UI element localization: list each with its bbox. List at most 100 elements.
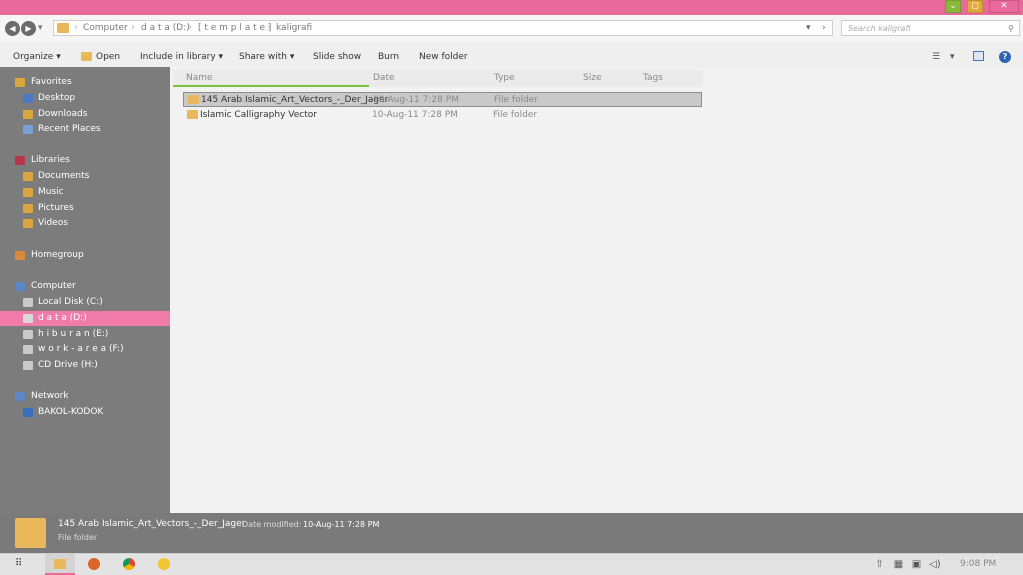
open-folder-icon xyxy=(81,52,92,61)
chevron-right-icon: › xyxy=(74,22,78,33)
sidebar-item-hiburan-e[interactable]: h i b u r a n (E:) xyxy=(0,327,170,342)
start-button[interactable]: ⠿ xyxy=(15,558,22,569)
help-icon[interactable]: ? xyxy=(999,51,1011,63)
sidebar-label: w o r k - a r e a (F:) xyxy=(38,344,124,354)
table-row[interactable]: Islamic Calligraphy Vector 10-Aug-11 7:2… xyxy=(183,108,702,122)
pictures-folder-icon xyxy=(23,204,33,213)
search-icon[interactable]: ⚲ xyxy=(1008,22,1014,35)
sidebar-label: Homegroup xyxy=(31,250,84,260)
close-button[interactable]: ✕ xyxy=(989,0,1019,13)
messenger-smiley-icon[interactable] xyxy=(158,558,170,570)
crumb-kaligrafi[interactable]: kaligrafi xyxy=(276,22,312,35)
sidebar-item-music[interactable]: Music xyxy=(0,185,170,200)
crumb-data-d[interactable]: d a t a (D:) xyxy=(141,22,190,35)
file-date: 10-Aug-11 7:28 PM xyxy=(372,110,458,120)
search-placeholder: Search kaligrafi xyxy=(848,24,911,33)
network-tray-icon[interactable]: ▦ xyxy=(893,559,904,570)
music-folder-icon xyxy=(23,188,33,197)
documents-folder-icon xyxy=(23,172,33,181)
column-date[interactable]: Date xyxy=(373,72,395,84)
sidebar-item-desktop[interactable]: Desktop xyxy=(0,91,170,106)
column-type[interactable]: Type xyxy=(494,72,515,84)
file-type: File folder xyxy=(493,110,538,120)
address-bar[interactable]: › Computer › d a t a (D:) › [ t e m p l … xyxy=(53,20,833,36)
details-pane: 145 Arab Islamic_Art_Vectors_-_Der_Jager… xyxy=(0,513,1023,553)
share-with-button[interactable]: Share with ▾ xyxy=(239,51,294,63)
sidebar-item-cd-drive-h[interactable]: CD Drive (H:) xyxy=(0,358,170,373)
sidebar-label: Pictures xyxy=(38,203,74,213)
search-input[interactable]: Search kaligrafi ⚲ xyxy=(841,20,1020,36)
sidebar-item-videos[interactable]: Videos xyxy=(0,216,170,231)
volume-icon[interactable]: ◁) xyxy=(929,559,941,570)
sidebar-label: BAKOL-KODOK xyxy=(38,407,104,417)
maximize-button[interactable]: ◻ xyxy=(967,0,983,13)
sort-indicator xyxy=(173,85,369,87)
open-button[interactable]: Open xyxy=(96,51,120,63)
sidebar-label: Documents xyxy=(38,171,90,181)
sidebar-item-favorites[interactable]: Favorites xyxy=(0,75,170,90)
sidebar-item-local-disk-c[interactable]: Local Disk (C:) xyxy=(0,295,170,310)
burn-button[interactable]: Burn xyxy=(378,51,399,63)
sidebar-item-work-area-f[interactable]: w o r k - a r e a (F:) xyxy=(0,342,170,357)
sidebar-item-documents[interactable]: Documents xyxy=(0,169,170,184)
sidebar-item-data-d[interactable]: d a t a (D:) xyxy=(0,311,170,326)
table-row-selected[interactable]: 145 Arab Islamic_Art_Vectors_-_Der_Jager… xyxy=(183,92,702,107)
file-name: Islamic Calligraphy Vector xyxy=(200,110,317,120)
sidebar-item-downloads[interactable]: Downloads xyxy=(0,107,170,122)
change-view-icon[interactable]: ☰ xyxy=(932,51,940,63)
crumb-computer[interactable]: Computer xyxy=(83,22,128,35)
forward-button[interactable]: ▶ xyxy=(21,21,36,36)
taskbar: ⠿ ⇧ ▦ ▣ ◁) 9:08 PM xyxy=(0,553,1023,575)
sidebar-item-libraries[interactable]: Libraries xyxy=(0,153,170,168)
file-name: 145 Arab Islamic_Art_Vectors_-_Der_Jager xyxy=(201,95,389,105)
sidebar-item-network[interactable]: Network xyxy=(0,389,170,404)
include-in-library-button[interactable]: Include in library ▾ xyxy=(140,51,223,63)
videos-folder-icon xyxy=(23,219,33,228)
sidebar-item-homegroup[interactable]: Homegroup xyxy=(0,248,170,263)
device-tray-icon[interactable]: ▣ xyxy=(911,559,922,570)
sidebar-item-computer[interactable]: Computer xyxy=(0,279,170,294)
clock[interactable]: 9:08 PM xyxy=(960,559,996,569)
preview-pane-icon[interactable] xyxy=(973,51,984,61)
title-bar: ⌄ ◻ ✕ xyxy=(0,0,1023,15)
command-bar: Organize ▾ Open Include in library ▾ Sha… xyxy=(0,42,1023,67)
chrome-icon[interactable] xyxy=(123,558,135,570)
sidebar-label: Favorites xyxy=(31,77,72,87)
sidebar-label: Libraries xyxy=(31,155,70,165)
file-date: 10-Aug-11 7:28 PM xyxy=(373,95,459,105)
minimize-button[interactable]: ⌄ xyxy=(945,0,961,13)
sidebar-item-recent-places[interactable]: Recent Places xyxy=(0,122,170,137)
column-tags[interactable]: Tags xyxy=(643,72,663,84)
sidebar-item-bakol-kodok[interactable]: BAKOL-KODOK xyxy=(0,405,170,420)
sidebar-label: d a t a (D:) xyxy=(38,313,87,323)
details-date-label: Date modified: xyxy=(242,520,302,529)
refresh-icon[interactable]: › xyxy=(822,22,826,35)
firefox-icon[interactable] xyxy=(88,558,100,570)
sidebar-label: h i b u r a n (E:) xyxy=(38,329,109,339)
explorer-icon xyxy=(54,559,66,569)
folder-icon xyxy=(57,23,69,33)
sidebar-item-pictures[interactable]: Pictures xyxy=(0,201,170,216)
details-date-value: 10-Aug-11 7:28 PM xyxy=(303,520,380,529)
slide-show-button[interactable]: Slide show xyxy=(313,51,361,63)
view-options-dropdown-icon[interactable]: ▾ xyxy=(950,51,955,63)
new-folder-button[interactable]: New folder xyxy=(419,51,468,63)
show-hidden-icons-icon[interactable]: ⇧ xyxy=(874,559,885,570)
computer-icon xyxy=(15,282,25,291)
back-button[interactable]: ◀ xyxy=(5,21,20,36)
crumb-template[interactable]: [ t e m p l a t e ] xyxy=(198,22,271,35)
column-name[interactable]: Name xyxy=(186,72,213,84)
large-folder-icon xyxy=(15,518,46,548)
taskbar-explorer-button[interactable] xyxy=(45,554,75,575)
dropdown-arrow-icon: ▾ xyxy=(56,52,61,62)
address-dropdown-icon[interactable]: ▾ xyxy=(806,22,811,35)
navigation-pane: Favorites Desktop Downloads Recent Place… xyxy=(0,67,170,513)
chevron-right-icon: › xyxy=(188,22,192,33)
folder-icon xyxy=(188,95,199,104)
recent-pages-dropdown-icon[interactable]: ▾ xyxy=(38,23,43,33)
drive-icon xyxy=(23,314,33,323)
column-size[interactable]: Size xyxy=(583,72,601,84)
sidebar-label: Computer xyxy=(31,281,76,291)
organize-button[interactable]: Organize ▾ xyxy=(13,51,61,63)
network-icon xyxy=(15,392,25,401)
